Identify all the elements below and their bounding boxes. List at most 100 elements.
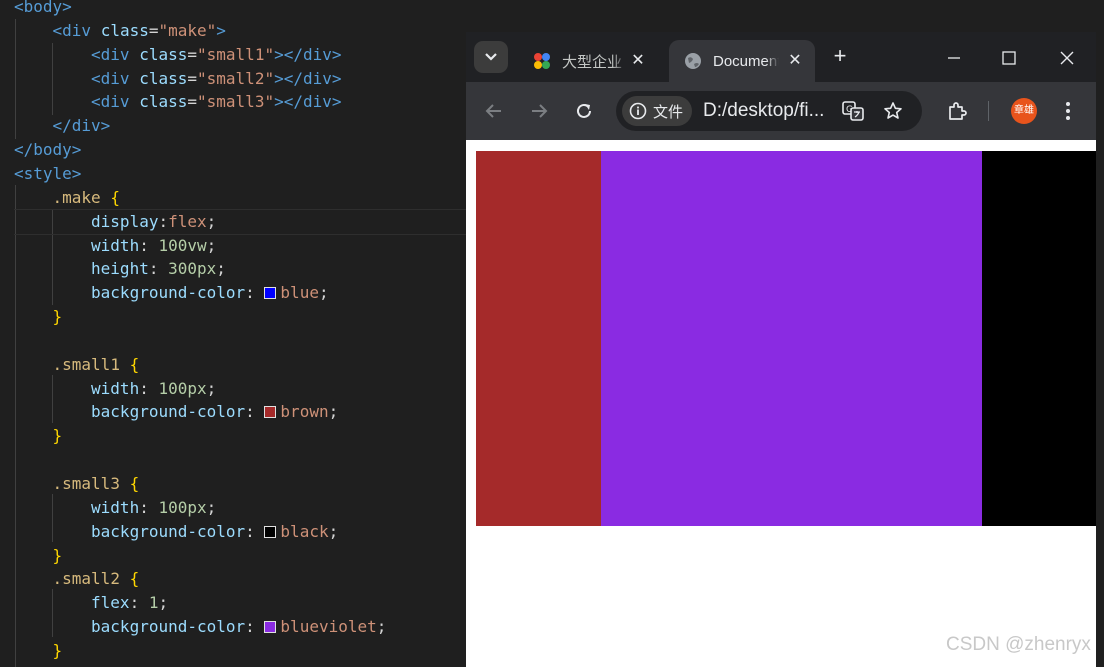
code-token: : <box>129 593 149 613</box>
code-line: <div class="make"> <box>53 19 226 43</box>
code-token: background-color <box>91 402 246 422</box>
code-line: <style> <box>14 162 81 186</box>
small3-box <box>982 151 1096 526</box>
code-line: background-color: blue; <box>91 281 329 305</box>
close-tab-icon[interactable]: ✕ <box>787 53 803 69</box>
color-swatch <box>264 621 277 634</box>
code-line: </body> <box>14 138 81 162</box>
code-token: ; <box>206 211 217 231</box>
color-swatch <box>264 406 277 419</box>
code-token: .small3 <box>52 474 120 493</box>
code-token: width <box>91 497 140 517</box>
code-token: ></div> <box>274 44 342 64</box>
code-token: "small2" <box>197 68 275 88</box>
code-token: : <box>139 235 159 255</box>
code-token: ></div> <box>274 68 342 88</box>
code-token: </div> <box>52 116 111 136</box>
code-token: : <box>139 378 159 398</box>
code-line: .small2 { <box>53 567 140 591</box>
code-token: ; <box>158 593 169 613</box>
code-token: width <box>91 235 140 255</box>
site-info-chip[interactable]: 文件 <box>622 96 692 126</box>
code-token: 300px <box>168 259 217 279</box>
kebab-menu-icon <box>1066 102 1070 120</box>
color-swatch <box>264 287 277 300</box>
code-token: ; <box>216 259 226 279</box>
indent-guide <box>15 185 16 667</box>
minimize-icon <box>948 57 960 59</box>
code-line: } <box>53 544 63 568</box>
code-line: } <box>53 639 63 663</box>
code-token: black <box>280 521 329 541</box>
indent-guide <box>52 589 53 637</box>
chevron-down-icon <box>485 53 497 61</box>
code-token: ; <box>328 402 339 422</box>
current-line-highlight <box>14 209 474 235</box>
make-container <box>476 151 1096 526</box>
tab-title: 大型企业 <box>562 53 623 71</box>
puzzle-icon <box>949 102 967 120</box>
code-token: "make" <box>158 20 217 40</box>
code-token: } <box>52 545 63 565</box>
profile-avatar[interactable]: 章雄 <box>1011 98 1037 124</box>
minimize-button[interactable] <box>942 46 966 70</box>
code-token: 100px <box>158 497 207 517</box>
tab-strip: 大型企业 ✕ Document ✕ + <box>466 32 1096 82</box>
watermark: CSDN @zhenryx <box>946 634 1091 655</box>
code-token: "small3" <box>197 92 275 112</box>
code-token: = <box>148 20 159 40</box>
code-token: { <box>129 569 140 589</box>
new-tab-button[interactable]: + <box>830 45 850 67</box>
maximize-icon <box>1002 51 1016 65</box>
code-token: <div <box>91 44 130 64</box>
extensions-button[interactable] <box>945 99 969 123</box>
code-line: <div class="small3"></div> <box>91 90 341 114</box>
code-token: blueviolet <box>280 617 377 637</box>
code-line: background-color: brown; <box>91 400 338 424</box>
forward-button[interactable] <box>527 99 551 123</box>
code-token: flex <box>91 593 130 613</box>
code-token: class <box>100 20 149 40</box>
code-token: <div <box>52 20 92 40</box>
color-swatch <box>264 525 277 538</box>
code-token: height <box>91 259 149 279</box>
bookmark-star-icon[interactable] <box>882 100 904 122</box>
back-button[interactable] <box>482 99 506 123</box>
code-token: width <box>91 378 140 398</box>
tab-search-button[interactable] <box>474 41 508 73</box>
close-tab-icon[interactable]: ✕ <box>630 53 646 69</box>
page-viewport[interactable] <box>466 140 1096 667</box>
code-token: class <box>139 68 188 88</box>
tab-active[interactable]: Document ✕ <box>669 40 815 82</box>
code-token: > <box>216 20 226 40</box>
close-window-button[interactable] <box>1055 46 1079 70</box>
code-token: : <box>245 617 265 637</box>
small1-box <box>476 151 601 526</box>
code-token: : <box>245 402 265 422</box>
code-token: class <box>139 44 188 64</box>
menu-button[interactable] <box>1056 99 1080 123</box>
address-bar[interactable]: 文件 D:/desktop/fi... G <box>616 91 922 131</box>
maximize-button[interactable] <box>997 46 1021 70</box>
code-line: background-color: blueviolet; <box>91 615 386 639</box>
code-token: background-color <box>91 283 246 303</box>
code-token: background-color <box>91 521 246 541</box>
site-info-label: 文件 <box>653 103 684 121</box>
code-token: = <box>187 68 198 88</box>
translate-icon[interactable]: G <box>842 100 864 122</box>
code-line: width: 100px; <box>91 377 216 401</box>
code-line: <div class="small2"></div> <box>91 67 341 91</box>
toolbar-divider <box>988 101 989 121</box>
reload-button[interactable] <box>572 99 596 123</box>
tab-inactive[interactable]: 大型企业 ✕ <box>518 40 658 82</box>
code-token: <body> <box>14 0 72 16</box>
code-line: } <box>53 305 63 329</box>
code-line: .small1 { <box>53 353 140 377</box>
code-token: flex <box>168 211 207 231</box>
code-token: : <box>139 497 159 517</box>
code-token: { <box>129 474 140 493</box>
